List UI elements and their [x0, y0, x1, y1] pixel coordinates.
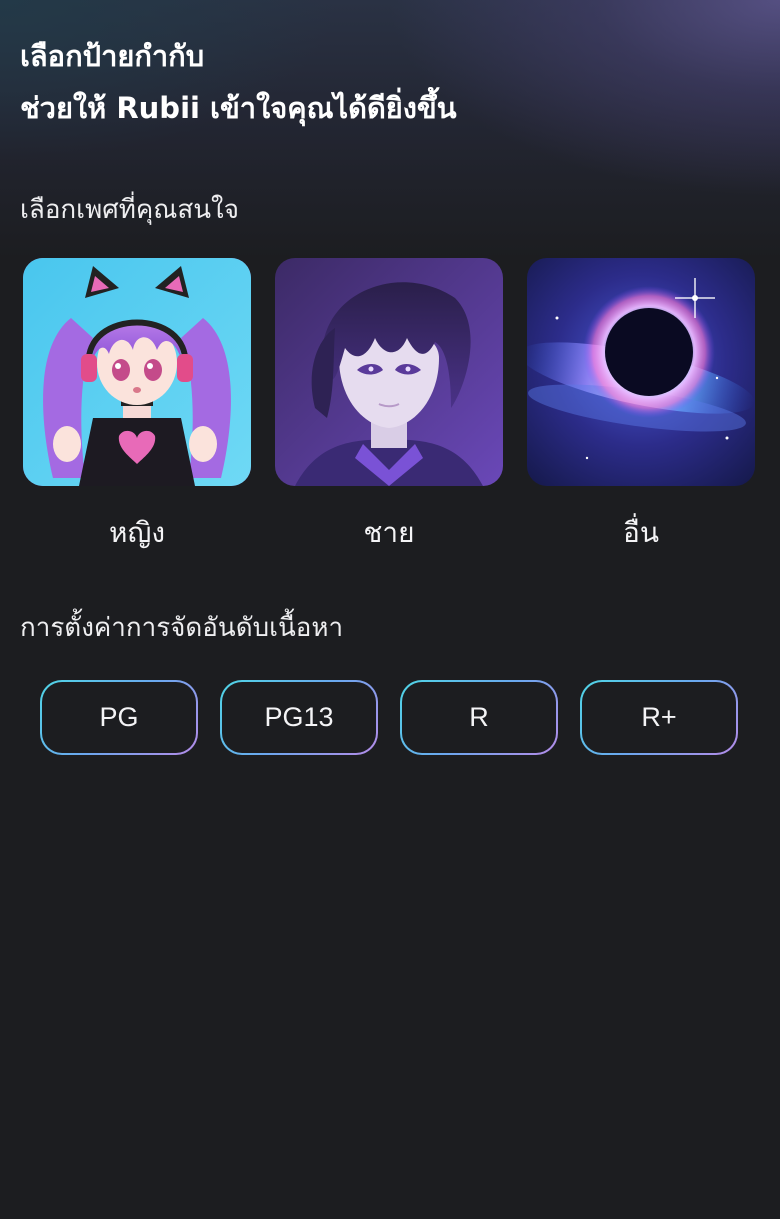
- gender-label-male: ชาย: [363, 516, 415, 549]
- anime-girl-avatar-icon: [23, 258, 251, 486]
- gender-label-other: อื่น: [623, 516, 659, 549]
- page-subtitle: ช่วยให้ Rubii เข้าใจคุณได้ดียิ่งขึ้น: [20, 91, 457, 125]
- rating-r-button[interactable]: R: [400, 680, 558, 755]
- black-hole-galaxy-icon: [527, 258, 755, 486]
- tag-selection-screen: เลือกป้ายกำกับ ช่วยให้ Rubii เข้าใจคุณได…: [0, 0, 780, 1219]
- gender-section-label: เลือกเพศที่คุณสนใจ: [20, 195, 239, 225]
- rating-pg13-button[interactable]: PG13: [220, 680, 378, 755]
- gender-option-male[interactable]: [275, 258, 503, 486]
- gender-label-female: หญิง: [109, 516, 165, 549]
- rating-section-label: การตั้งค่าการจัดอันดับเนื้อหา: [20, 613, 344, 643]
- anime-boy-avatar-icon: [275, 258, 503, 486]
- gender-option-female[interactable]: [23, 258, 251, 486]
- rating-pg-button[interactable]: PG: [40, 680, 198, 755]
- rating-r-plus-button[interactable]: R+: [580, 680, 738, 755]
- page-title: เลือกป้ายกำกับ: [20, 39, 205, 73]
- gender-option-other[interactable]: [527, 258, 755, 486]
